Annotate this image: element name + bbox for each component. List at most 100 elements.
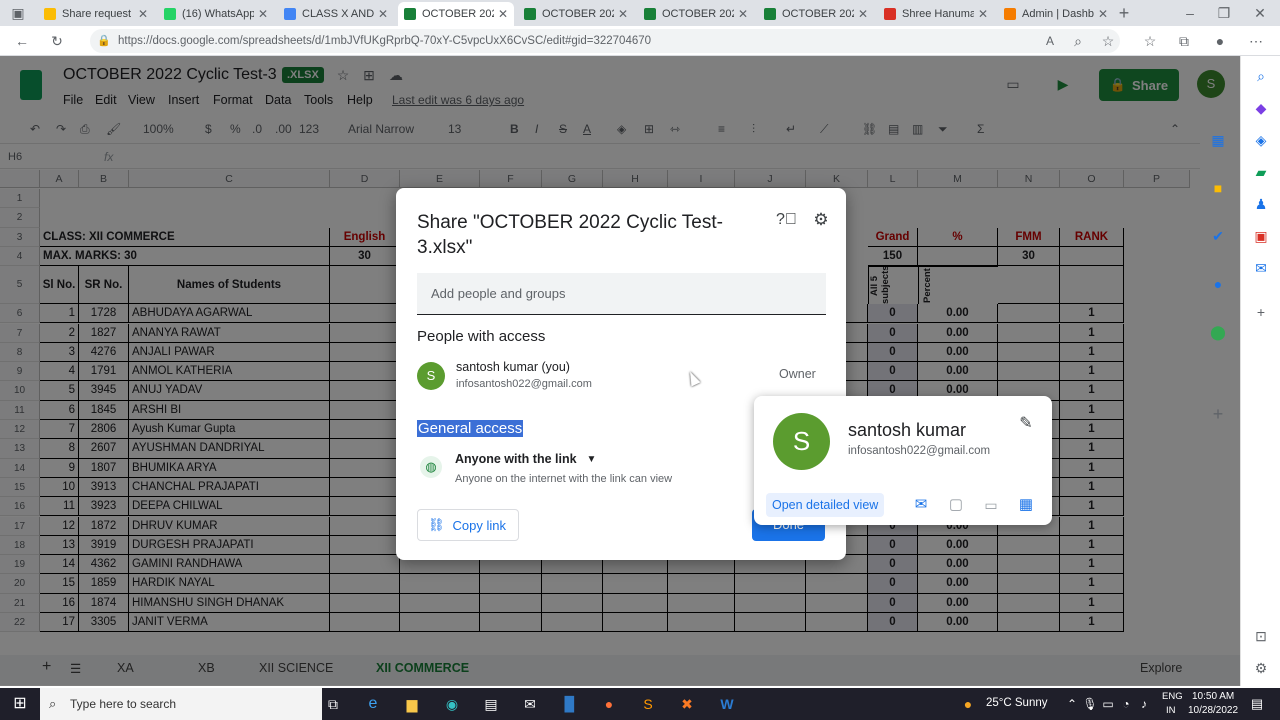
help-icon[interactable]: ?⃝ [776,210,797,230]
tab-label: CLASS X AND X [302,8,374,20]
tab-close-icon[interactable]: ✕ [258,7,268,21]
notifications-icon[interactable]: ▤ [1247,694,1267,714]
maximize-icon[interactable]: ❐ [1214,3,1234,23]
tab-label: (16) WhatsApp [182,8,254,20]
tasks-addon-icon[interactable]: ✔ [1208,226,1228,246]
edge-icon[interactable]: ◉ [442,694,462,714]
sidebar-layout-icon[interactable]: ⊡ [1251,626,1271,646]
sidebar-office-icon[interactable]: ▣ [1251,226,1271,246]
browser-tab[interactable]: Shree Hanuma ✕ [878,2,994,26]
sidebar-games-icon[interactable]: ♟ [1251,194,1271,214]
more-icon[interactable]: ⋯ [1246,31,1266,51]
new-tab-icon[interactable]: + [1114,3,1134,23]
calendar-addon-icon[interactable]: ▦ [1208,130,1228,150]
tab-close-icon[interactable]: ✕ [1098,7,1108,21]
task-view-icon[interactable]: ⧉ [323,694,343,714]
tab-close-icon[interactable]: ✕ [378,7,388,21]
battery-icon[interactable]: ▭ [1098,694,1118,714]
email-icon[interactable]: ✉ [911,495,931,515]
tab-close-icon[interactable]: ✕ [138,7,148,21]
link-access-option: Anyone with the link [455,452,577,466]
xampp-icon[interactable]: ✖ [677,694,697,714]
settings-icon[interactable]: ⚙ [811,210,831,230]
sidebar-shopping-icon[interactable]: ◈ [1251,130,1271,150]
volume-icon[interactable]: ♪ [1134,694,1154,714]
collections-icon[interactable]: ⧉ [1174,31,1194,51]
tab-favicon-icon [1004,8,1016,20]
browser-tab-bar: ▣ Share request f ✕ (16) WhatsApp ✕ CLASS X … [0,0,1280,26]
favorite-icon[interactable]: ☆ [1098,31,1118,51]
mic-icon[interactable]: 🎙 [1080,694,1100,714]
get-addons-icon[interactable]: + [1208,404,1228,424]
person-row[interactable]: S santosh kumar (you) infosantosh022@gma… [412,352,828,396]
favorites-icon[interactable]: ☆ [1140,31,1160,51]
taskbar-search-placeholder: Type here to search [70,697,177,711]
people-with-access-heading: People with access [417,328,546,345]
zoom-icon[interactable]: ⌕ [1068,31,1088,51]
maps-addon-icon[interactable]: ⬤ [1208,322,1228,342]
language-en[interactable]: ENG [1162,691,1183,702]
copy-link-button[interactable]: ⛓ Copy link [417,509,519,541]
browser-tab[interactable]: CLASS X AND X ✕ [278,2,394,26]
contacts-addon-icon[interactable]: ● [1208,274,1228,294]
taskbar-search[interactable]: ⌕ Type here to search [40,688,322,720]
clock-time[interactable]: 10:50 AM [1192,691,1234,702]
link-icon: ⛓ [428,517,445,532]
mail-icon[interactable]: ✉ [520,694,540,714]
video-call-icon[interactable]: ▭ [981,495,1001,515]
tab-favicon-icon [404,8,416,20]
windows-start-icon[interactable]: ⊞ [10,694,30,714]
back-icon[interactable]: ← [12,31,32,51]
tab-close-icon[interactable]: ✕ [498,7,508,21]
tab-favicon-icon [164,8,176,20]
link-access-description: Anyone on the internet with the link can… [455,473,673,485]
browser-tab[interactable]: OCTOBER 2022 ✕ [758,2,874,26]
open-detailed-view-button[interactable]: Open detailed view [766,493,885,517]
profile-icon[interactable]: ● [1210,31,1230,51]
browser-tab[interactable]: Admin | Dashbo ✕ [998,2,1114,26]
browser-tab[interactable]: OCTOBER 2022 ✕ [638,2,754,26]
sidebar-settings-icon[interactable]: ⚙ [1251,658,1271,678]
keep-addon-icon[interactable]: ■ [1208,178,1228,198]
tab-close-icon[interactable]: ✕ [738,7,748,21]
tab-close-icon[interactable]: ✕ [858,7,868,21]
sidebar-outlook-icon[interactable]: ✉ [1251,258,1271,278]
edge-legacy-icon[interactable]: e [363,694,383,714]
close-window-icon[interactable]: ✕ [1250,3,1270,23]
weather-text[interactable]: 25°C Sunny [986,697,1048,709]
clock-date[interactable]: 10/28/2022 [1188,705,1238,716]
read-aloud-icon[interactable]: A [1040,31,1060,51]
refresh-icon[interactable]: ↻ [47,31,67,51]
minimize-icon[interactable]: – [1180,3,1200,23]
app-icon[interactable]: ▉ [560,694,580,714]
file-explorer-icon[interactable]: ▆ [402,694,422,714]
calendar-icon[interactable]: ▦ [1016,495,1036,515]
firefox-icon[interactable]: ● [599,694,619,714]
browser-tab[interactable]: Share request f ✕ [38,2,154,26]
browser-sidebar: ⌕ ◆ ◈ ▰ ♟ ▣ ✉ + ⊡ ⚙ [1240,56,1280,686]
chat-icon[interactable]: ▢ [946,495,966,515]
sidebar-tools-icon[interactable]: ▰ [1251,162,1271,182]
link-access-select[interactable]: Anyone with the link ▼ [455,452,596,466]
sidebar-add-icon[interactable]: + [1251,302,1271,322]
tab-actions-icon[interactable]: ▣ [8,3,28,23]
person-email: infosantosh022@gmail.com [456,378,592,390]
tab-close-icon[interactable]: ✕ [978,7,988,21]
word-icon[interactable]: W [717,694,737,714]
tray-arrow-icon[interactable]: ⌃ [1062,694,1082,714]
network-icon[interactable]: ◔ [1116,694,1136,714]
tab-label: OCTOBER 2022 [422,8,494,20]
sidebar-search-icon[interactable]: ⌕ [1251,66,1271,86]
edit-icon[interactable]: ✎ [1016,414,1036,434]
store-icon[interactable]: ▤ [481,694,501,714]
add-people-input[interactable]: Add people and groups [417,273,826,315]
card-email: infosantosh022@gmail.com [848,445,991,457]
share-dialog-title: Share "OCTOBER 2022 Cyclic Test-3.xlsx" [417,212,723,258]
browser-tab[interactable]: (16) WhatsApp ✕ [158,2,274,26]
browser-tab[interactable]: OCTOBER 2022 ✕ [518,2,634,26]
browser-tab[interactable]: OCTOBER 2022 ✕ [398,2,514,26]
sublime-icon[interactable]: S [638,694,658,714]
url-field[interactable]: 🔒 https://docs.google.com/spreadsheets/d… [90,29,1120,53]
sidebar-discover-icon[interactable]: ◆ [1251,98,1271,118]
tab-close-icon[interactable]: ✕ [618,7,628,21]
